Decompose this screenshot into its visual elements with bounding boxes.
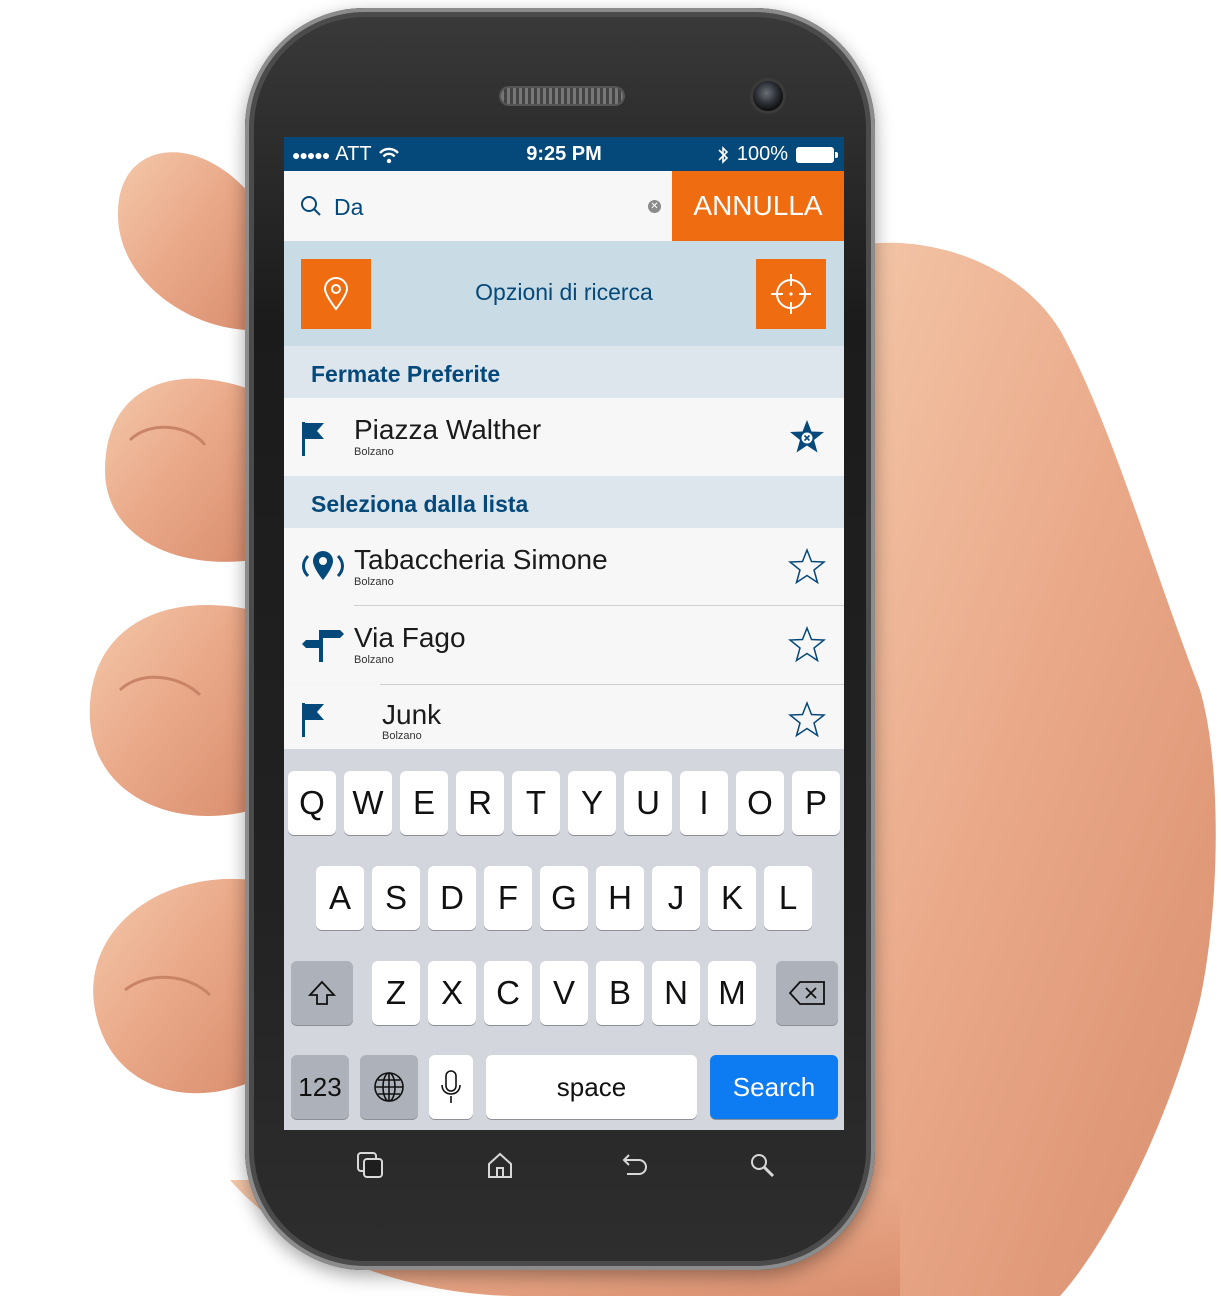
list-item-city: Bolzano [382, 730, 422, 742]
crosshair-icon [771, 274, 811, 314]
list-item[interactable]: Junk Bolzano [284, 685, 844, 749]
favorites-header-label: Fermate Preferite [311, 361, 501, 387]
speaker-grille [501, 88, 623, 104]
backspace-icon [788, 981, 825, 1005]
key-u[interactable]: U [624, 771, 672, 835]
list-header-label: Seleziona dalla lista [311, 491, 529, 517]
search-icon[interactable] [747, 1150, 777, 1180]
key-j[interactable]: J [652, 866, 700, 930]
search-options-bar: Opzioni di ricerca [284, 241, 844, 346]
gps-locate-button[interactable] [756, 259, 826, 329]
signpost-icon [302, 630, 344, 662]
key-p[interactable]: P [792, 771, 840, 835]
phone-nav-bar [284, 1130, 844, 1200]
globe-icon [374, 1072, 404, 1102]
list-item-city: Bolzano [354, 654, 394, 666]
key-m[interactable]: M [708, 961, 756, 1025]
favorite-item-title: Piazza Walther [354, 414, 542, 445]
key-e[interactable]: E [400, 771, 448, 835]
list-item-title: Via Fago [354, 622, 466, 653]
flag-icon [302, 422, 324, 456]
clear-search-icon[interactable]: ✕ [648, 200, 661, 213]
key-i[interactable]: I [680, 771, 728, 835]
list-item-city: Bolzano [354, 576, 394, 588]
status-bar: ●●●●● ATT 9:25 PM 100% [284, 137, 844, 171]
front-camera [753, 81, 783, 111]
cancel-button[interactable]: ANNULLA [672, 171, 844, 241]
key-l[interactable]: L [764, 866, 812, 930]
list-section-header: Seleziona dalla lista [284, 476, 844, 528]
key-o[interactable]: O [736, 771, 784, 835]
key-y[interactable]: Y [568, 771, 616, 835]
key-v[interactable]: V [540, 961, 588, 1025]
key-z[interactable]: Z [372, 961, 420, 1025]
key-h[interactable]: H [596, 866, 644, 930]
key-f[interactable]: F [484, 866, 532, 930]
microphone-icon [441, 1070, 461, 1103]
remove-favorite-star-icon[interactable] [788, 418, 826, 456]
back-icon[interactable] [617, 1150, 647, 1180]
list-item-title: Tabaccheria Simone [354, 544, 608, 575]
key-r[interactable]: R [456, 771, 504, 835]
numbers-key[interactable]: 123 [291, 1055, 349, 1119]
recent-apps-icon[interactable] [355, 1150, 385, 1180]
dictation-key[interactable] [429, 1055, 473, 1119]
phone-screen: ●●●●● ATT 9:25 PM 100% ✕ ANNULLA [284, 137, 844, 1130]
key-n[interactable]: N [652, 961, 700, 1025]
list-item[interactable]: Tabaccheria Simone Bolzano [284, 528, 844, 606]
favorite-item-city: Bolzano [354, 446, 394, 458]
backspace-key[interactable] [776, 961, 838, 1025]
key-x[interactable]: X [428, 961, 476, 1025]
bluetooth-icon [718, 145, 728, 164]
flag-icon [302, 703, 324, 737]
search-icon [301, 196, 321, 216]
list-item-title: Junk [382, 699, 442, 730]
favorite-item[interactable]: Piazza Walther Bolzano [284, 398, 844, 476]
key-s[interactable]: S [372, 866, 420, 930]
key-k[interactable]: K [708, 866, 756, 930]
search-key[interactable]: Search [710, 1055, 838, 1119]
battery-percent: 100% [736, 143, 788, 165]
ticket-point-icon [302, 551, 344, 580]
list-item[interactable]: Via Fago Bolzano [284, 606, 844, 684]
add-favorite-star-icon[interactable] [788, 626, 826, 664]
key-g[interactable]: G [540, 866, 588, 930]
shift-icon [307, 980, 337, 1005]
key-w[interactable]: W [344, 771, 392, 835]
key-d[interactable]: D [428, 866, 476, 930]
key-q[interactable]: Q [288, 771, 336, 835]
key-t[interactable]: T [512, 771, 560, 835]
shift-key[interactable] [291, 961, 353, 1025]
key-a[interactable]: A [316, 866, 364, 930]
home-icon[interactable] [485, 1150, 515, 1180]
key-c[interactable]: C [484, 961, 532, 1025]
favorites-section-header: Fermate Preferite [284, 346, 844, 398]
search-bar: ✕ ANNULLA [284, 171, 844, 241]
add-favorite-star-icon[interactable] [788, 701, 826, 739]
add-favorite-star-icon[interactable] [788, 548, 826, 586]
search-input[interactable] [334, 191, 634, 223]
space-key[interactable]: space [486, 1055, 697, 1119]
key-b[interactable]: B [596, 961, 644, 1025]
battery-icon [796, 146, 838, 163]
onscreen-keyboard: Q W E R T Y U I O P A S D F G H J K L Z … [284, 749, 844, 1130]
globe-key[interactable] [360, 1055, 418, 1119]
